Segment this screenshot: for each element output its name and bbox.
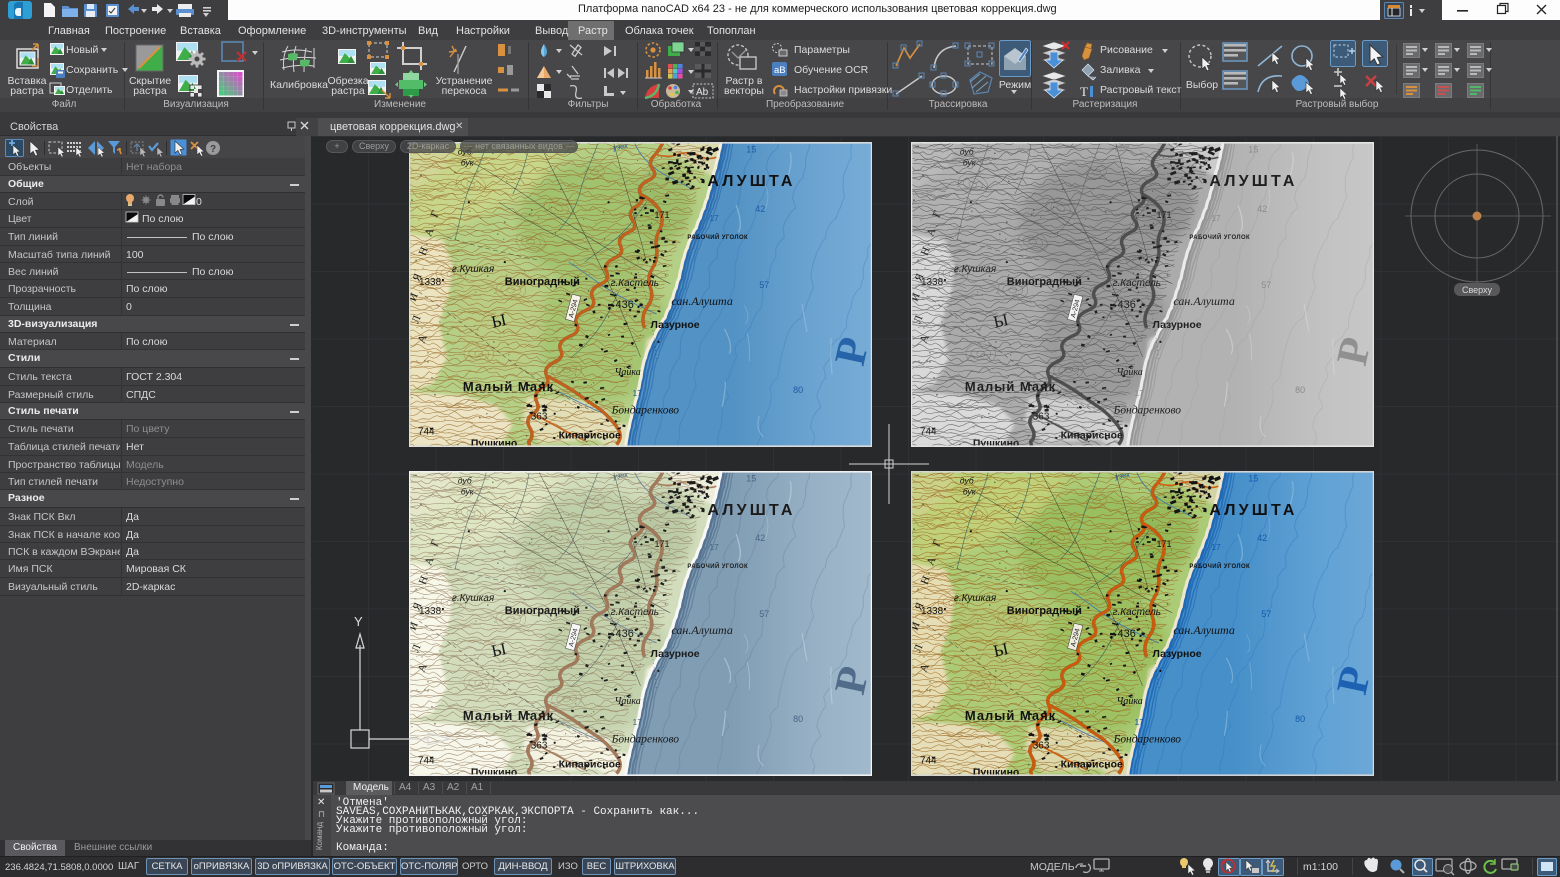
svg-text:Y: Y: [354, 614, 363, 629]
svg-text:Сверху: Сверху: [1462, 285, 1493, 295]
